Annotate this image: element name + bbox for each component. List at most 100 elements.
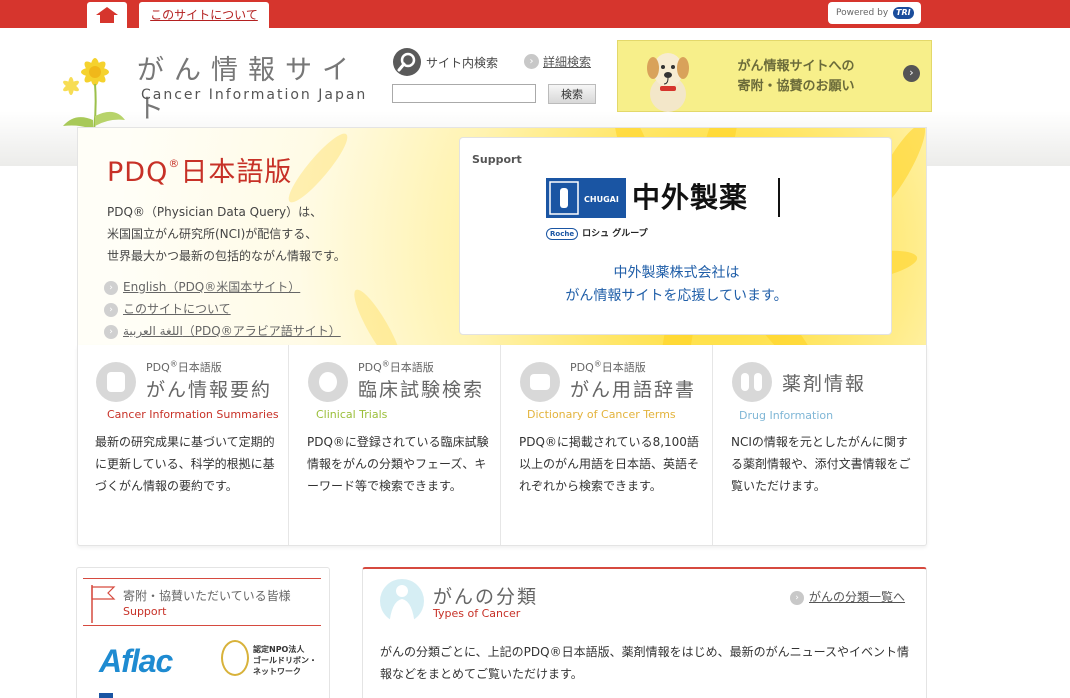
feature-dictionary[interactable]: PDQ®日本語版 がん用語辞書 Dictionary of Cancer Ter… bbox=[502, 345, 713, 545]
donation-line2: 寄附・協賛のお願い bbox=[737, 79, 855, 94]
cancer-types-en: Types of Cancer bbox=[433, 607, 521, 620]
cancer-types-body: がんの分類ごとに、上記のPDQ®日本語版、薬剤情報をはじめ、最新のがんニュースや… bbox=[380, 645, 909, 681]
arrow-right-icon: › bbox=[903, 65, 920, 82]
search-icon bbox=[393, 48, 421, 76]
arrow-right-icon: › bbox=[104, 281, 118, 295]
feature-drug-info[interactable]: 薬剤情報 Drug Information NCIの情報を元としたがんに関する薬… bbox=[714, 345, 927, 545]
sponsors-box: 寄附・協賛いただいている皆様 Support Aflac 認定NPO法人 ゴール… bbox=[76, 567, 330, 698]
feature-body: PDQ®に登録されている臨床試験情報をがんの分類やフェーズ、キーワード等で検索で… bbox=[307, 435, 489, 493]
divider bbox=[83, 625, 321, 626]
flag-icon bbox=[91, 585, 116, 623]
about-site-link[interactable]: このサイトについて bbox=[139, 2, 269, 28]
document-icon bbox=[96, 362, 136, 402]
feature-en: Clinical Trials bbox=[316, 408, 388, 421]
book-icon bbox=[520, 362, 560, 402]
search-button[interactable]: 検索 bbox=[548, 84, 596, 104]
cancer-types-title: がんの分類 bbox=[433, 586, 539, 608]
chugai-small-logo[interactable] bbox=[99, 693, 113, 698]
dog-illustration-icon bbox=[647, 53, 689, 112]
roche-group-label: Roche ロシュ グループ bbox=[546, 226, 648, 240]
body-figure-icon bbox=[380, 579, 424, 627]
feature-en: Drug Information bbox=[739, 409, 834, 422]
feature-body: PDQ®に掲載されている8,100語以上のがん用語を日本語、英語それぞれから検索… bbox=[519, 435, 700, 493]
goldribbon-line3: ネットワーク bbox=[253, 667, 301, 676]
feature-row: PDQ®日本語版 がん情報要約 Cancer Information Summa… bbox=[77, 345, 927, 546]
dandelion-logo-icon bbox=[63, 58, 125, 138]
feature-sub-reg: ® bbox=[593, 359, 602, 369]
feature-sub-reg: ® bbox=[381, 359, 390, 369]
tri-logo: TRI bbox=[893, 7, 914, 19]
arrow-right-icon: › bbox=[790, 591, 804, 605]
pdq-title-reg: ® bbox=[168, 157, 181, 170]
feature-clinical-trials[interactable]: PDQ®日本語版 臨床試験検索 Clinical Trials PDQ®に登録さ… bbox=[290, 345, 501, 545]
chugai-logo-icon: CHUGAI bbox=[546, 178, 626, 222]
home-icon bbox=[96, 7, 118, 23]
goldribbon-line1: 認定NPO法人 bbox=[253, 645, 305, 654]
feature-sub-suffix: 日本語版 bbox=[389, 361, 434, 374]
feature-sub: PDQ®日本語版 bbox=[570, 359, 646, 375]
donation-banner[interactable]: がん情報サイトへの 寄附・協賛のお願い › bbox=[617, 40, 932, 112]
chugai-mark: CHUGAI bbox=[584, 195, 619, 204]
site-search-label: サイト内検索 bbox=[426, 56, 499, 70]
site-logo[interactable]: がん情報サイト Cancer Information Japan bbox=[55, 44, 375, 138]
english-site-link[interactable]: › English（PDQ®米国本サイト） bbox=[104, 278, 300, 295]
support-card[interactable]: Support CHUGAI 中外製薬 Roche ロシュ グループ 中外製薬株式… bbox=[459, 137, 892, 335]
pdq-title-main: PDQ bbox=[107, 157, 169, 188]
feature-sub: PDQ®日本語版 bbox=[146, 359, 222, 375]
feature-title: がん情報要約 bbox=[146, 379, 273, 401]
feature-body: 最新の研究成果に基づいて定期的に更新している、科学的根拠に基づくがん情報の要約で… bbox=[95, 435, 275, 493]
magnifier-icon bbox=[308, 362, 348, 402]
feature-sub: PDQ®日本語版 bbox=[358, 359, 434, 375]
chugai-name: 中外製薬 bbox=[632, 181, 749, 214]
feature-sub-reg: ® bbox=[169, 359, 178, 369]
support-message: 中外製薬株式会社は がん情報サイトを応援しています。 bbox=[460, 262, 893, 308]
arrow-right-icon: › bbox=[524, 54, 539, 69]
feature-sub-suffix: 日本語版 bbox=[601, 361, 646, 374]
pdq-desc-line2: 米国国立がん研究所(NCI)が配信する、 bbox=[107, 227, 318, 241]
search-input[interactable] bbox=[392, 84, 536, 103]
aflac-logo[interactable]: Aflac bbox=[99, 643, 173, 680]
english-site-label: English（PDQ®米国本サイト） bbox=[123, 280, 301, 294]
donation-line1: がん情報サイトへの bbox=[737, 59, 855, 74]
powered-by-badge[interactable]: Powered by TRI bbox=[828, 2, 921, 24]
roche-group-text: ロシュ グループ bbox=[582, 229, 648, 239]
sponsor-title: 寄附・協賛いただいている皆様 bbox=[123, 589, 291, 603]
feature-summaries[interactable]: PDQ®日本語版 がん情報要約 Cancer Information Summa… bbox=[78, 345, 289, 545]
feature-sub-main: PDQ bbox=[146, 361, 170, 374]
goldribbon-line2: ゴールドリボン・ bbox=[253, 656, 317, 665]
home-button[interactable] bbox=[87, 2, 127, 28]
feature-sub-suffix: 日本語版 bbox=[177, 361, 222, 374]
donation-text: がん情報サイトへの 寄附・協賛のお願い bbox=[706, 57, 886, 97]
advanced-search-link[interactable]: 詳細検索 bbox=[543, 53, 591, 70]
arabic-site-label: اللغة العربية（PDQ®アラビア語サイト） bbox=[123, 324, 341, 338]
about-site-label: このサイトについて bbox=[123, 302, 231, 316]
pill-icon bbox=[732, 362, 772, 402]
feature-title: 臨床試験検索 bbox=[358, 379, 485, 401]
arabic-site-link[interactable]: › اللغة العربية（PDQ®アラビア語サイト） bbox=[104, 322, 341, 339]
pdq-description: PDQ®（Physician Data Query）は、 米国国立がん研究所(N… bbox=[107, 201, 447, 267]
pdq-desc-line3: 世界最大かつ最新の包括的ながん情報です。 bbox=[107, 249, 346, 263]
sponsor-en: Support bbox=[123, 605, 167, 618]
cancer-types-list-link[interactable]: › がんの分類一覧へ bbox=[790, 588, 905, 605]
feature-title: がん用語辞書 bbox=[570, 379, 697, 401]
powered-by-label: Powered by bbox=[836, 8, 889, 18]
feature-body: NCIの情報を元としたがんに関する薬剤情報や、添付文書情報をご覧いただけます。 bbox=[731, 435, 911, 493]
arrow-right-icon: › bbox=[104, 325, 118, 339]
cancer-types-box: がんの分類 Types of Cancer › がんの分類一覧へ がんの分類ごとに… bbox=[362, 567, 927, 698]
goldribbon-logo[interactable]: 認定NPO法人 ゴールドリボン・ ネットワーク bbox=[221, 640, 321, 680]
feature-title: 薬剤情報 bbox=[782, 373, 867, 395]
arrow-right-icon: › bbox=[104, 303, 118, 317]
pdq-hero-panel: PDQ®日本語版 PDQ®（Physician Data Query）は、 米国… bbox=[77, 127, 927, 345]
site-title-en: Cancer Information Japan bbox=[141, 87, 368, 103]
chugai-divider bbox=[778, 178, 780, 217]
pdq-title: PDQ®日本語版 bbox=[107, 150, 292, 189]
feature-sub-main: PDQ bbox=[570, 361, 594, 374]
about-site-hero-link[interactable]: › このサイトについて bbox=[104, 300, 231, 317]
feature-en: Cancer Information Summaries bbox=[107, 408, 279, 421]
support-msg-line1: 中外製薬株式会社は bbox=[613, 265, 740, 281]
goldribbon-text: 認定NPO法人 ゴールドリボン・ ネットワーク bbox=[253, 644, 317, 677]
support-msg-line2: がん情報サイトを応援しています。 bbox=[565, 288, 788, 304]
feature-sub-main: PDQ bbox=[358, 361, 382, 374]
pdq-title-suffix: 日本語版 bbox=[180, 157, 293, 188]
roche-logo: Roche bbox=[546, 228, 579, 240]
